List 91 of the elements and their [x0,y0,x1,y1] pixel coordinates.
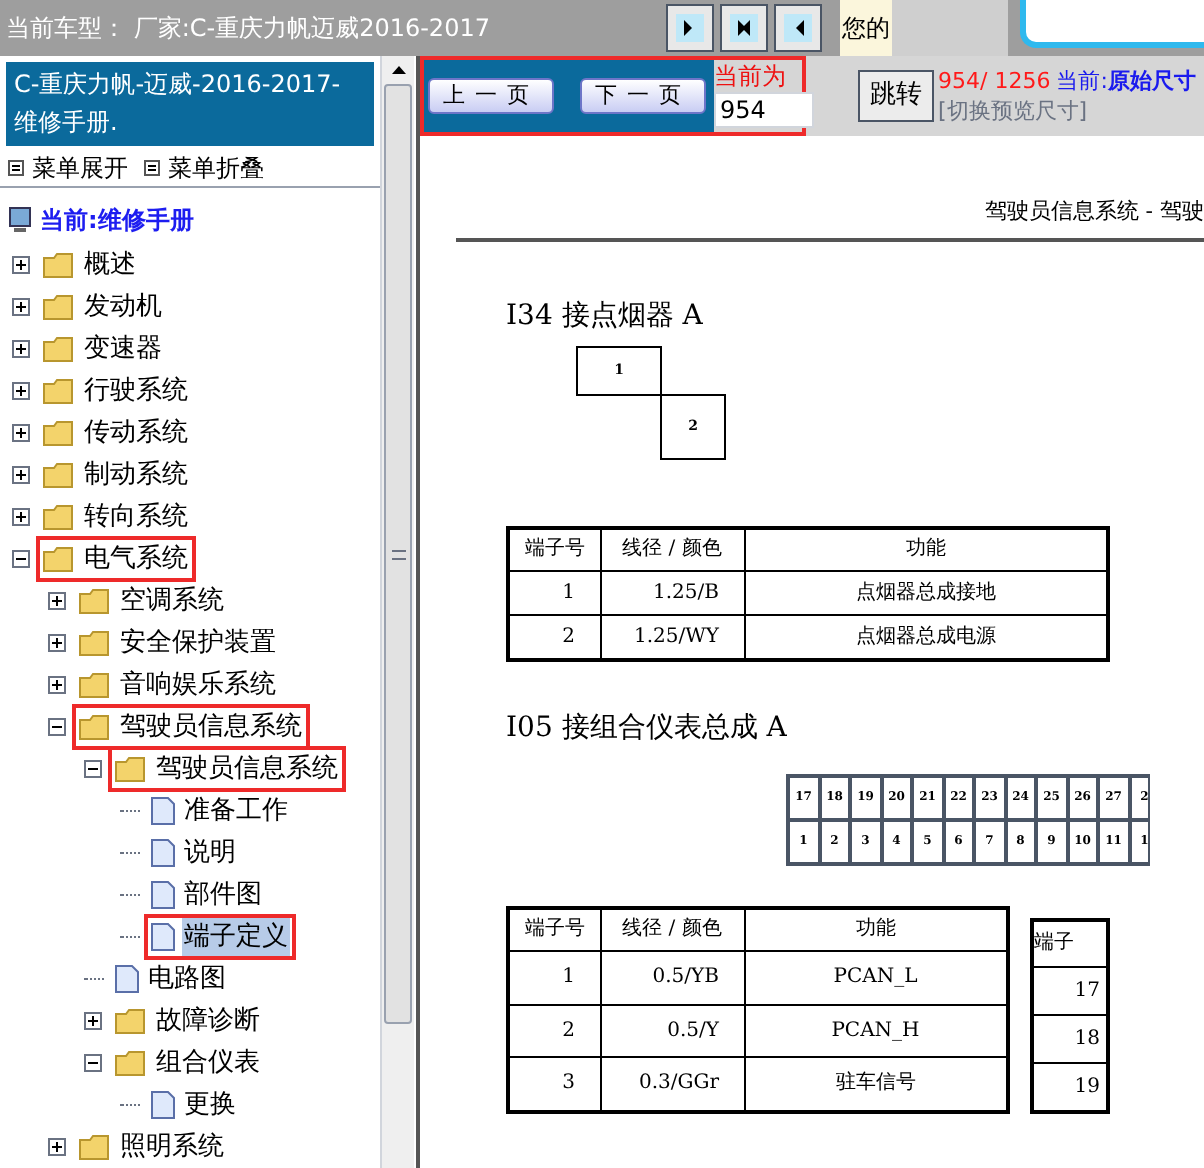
folder-icon [114,1049,148,1077]
document-icon [150,880,176,910]
tree-item[interactable]: 转向系统 [82,497,190,537]
tree-item[interactable]: 发动机 [82,287,164,327]
menu-toggle-link[interactable]: 菜单折叠 [168,149,264,186]
menu-icon [8,159,24,176]
tree-item[interactable]: 变速器 [82,329,164,369]
expand-toggle[interactable] [12,424,30,442]
table-cell: 1.25/B [600,571,744,615]
collapse-toggle[interactable] [84,760,102,778]
expand-toggle[interactable] [12,256,30,274]
tree-item[interactable]: 更换 [182,1085,238,1125]
expand-toggle[interactable] [12,508,30,526]
column-header: 线径 / 颜色 [600,907,744,951]
folder-icon [42,503,76,531]
collapse-toggle[interactable] [12,550,30,568]
tree-item[interactable]: 音响娱乐系统 [118,665,278,705]
expand-toggle[interactable] [12,340,30,358]
folder-icon [42,419,76,447]
layout-toggle[interactable] [666,4,714,52]
tree-item[interactable]: 电路图 [146,959,228,999]
column-header: 端子号 [508,907,600,951]
current-location: 当前:维修手册 [40,203,194,238]
folder-icon [42,545,76,573]
folder-icon [114,755,148,783]
expand-toggle[interactable] [48,634,66,652]
tree-item[interactable]: 照明系统 [118,1127,226,1167]
expand-toggle[interactable] [12,298,30,316]
page-header-text: 驾驶员信息系统 - 驾驶 [984,196,1204,228]
layout-toggle[interactable] [720,4,768,52]
tree-item[interactable]: 故障诊断 [154,1001,262,1041]
scrollbar[interactable] [380,56,414,1168]
page-label: 当前为 [714,60,788,92]
folder-icon [42,461,76,489]
tree-item[interactable]: 端子定义 [182,917,290,957]
table-cell: 1 [508,571,600,615]
folder-icon [42,377,76,405]
jump-button[interactable]: 跳转 [858,70,934,122]
collapse-toggle[interactable] [84,1054,102,1072]
connector-title: I05 接组合仪表总成 A [506,711,787,743]
menu-toggle-link[interactable]: 菜单展开 [32,149,128,186]
column-header: 端子号 [508,527,600,571]
tree-item[interactable]: 安全保护装置 [118,623,278,663]
layout-toggle[interactable] [774,4,822,52]
tree-item[interactable]: 制动系统 [82,455,190,495]
tree-item[interactable]: 行驶系统 [82,371,190,411]
page-input[interactable]: 954 [714,92,814,128]
expand-toggle[interactable] [48,592,66,610]
document-icon [150,838,176,868]
expand-toggle[interactable] [12,382,30,400]
tree-item[interactable]: 准备工作 [182,791,290,831]
tree-item[interactable]: 说明 [182,833,238,873]
menu-icon [144,159,160,176]
column-header: 线径 / 颜色 [600,527,744,571]
collapse-toggle[interactable] [48,718,66,736]
document-icon [150,1090,176,1120]
folder-icon [78,587,112,615]
tree-item[interactable]: 空调系统 [118,581,226,621]
next-page-button[interactable]: 下一页 [580,78,706,114]
manual-header: C-重庆力帆-迈威-2016-2017- 维修手册. [6,62,374,146]
page-count: 954/ 1256 [938,66,1051,96]
expand-toggle[interactable] [48,676,66,694]
connector-title: I34 接点烟器 A [506,299,703,331]
document-icon [150,796,176,826]
table-cell: 1 [508,951,600,1005]
table-cell: 2 [508,1004,600,1058]
expand-toggle[interactable] [48,1138,66,1156]
tree-item[interactable]: 传动系统 [82,413,190,453]
tree-item[interactable]: 概述 [82,245,138,285]
window-title: 当前车型： 厂家:C-重庆力帆迈威2016-2017 [4,12,492,46]
document-icon [114,964,140,994]
table-cell: 0.5/Y [600,1004,744,1058]
size-status: 当前:原始尺寸 [1056,66,1196,96]
folder-icon [78,713,112,741]
previous-page-button[interactable]: 上一页 [428,78,554,114]
table-cell: 0.5/YB [600,951,744,1005]
folder-icon [42,335,76,363]
greeting-text: 您的 [840,0,892,56]
expand-toggle[interactable] [12,466,30,484]
computer-icon [8,205,32,234]
folder-icon [42,251,76,279]
folder-icon [78,1133,112,1161]
tree-item[interactable]: 组合仪表 [154,1043,262,1083]
expand-toggle[interactable] [84,1012,102,1030]
document-icon [150,922,176,952]
scroll-thumb[interactable] [384,84,412,1024]
folder-icon [114,1007,148,1035]
folder-icon [78,671,112,699]
folder-icon [78,629,112,657]
tree-item[interactable]: 部件图 [182,875,264,915]
folder-icon [42,293,76,321]
